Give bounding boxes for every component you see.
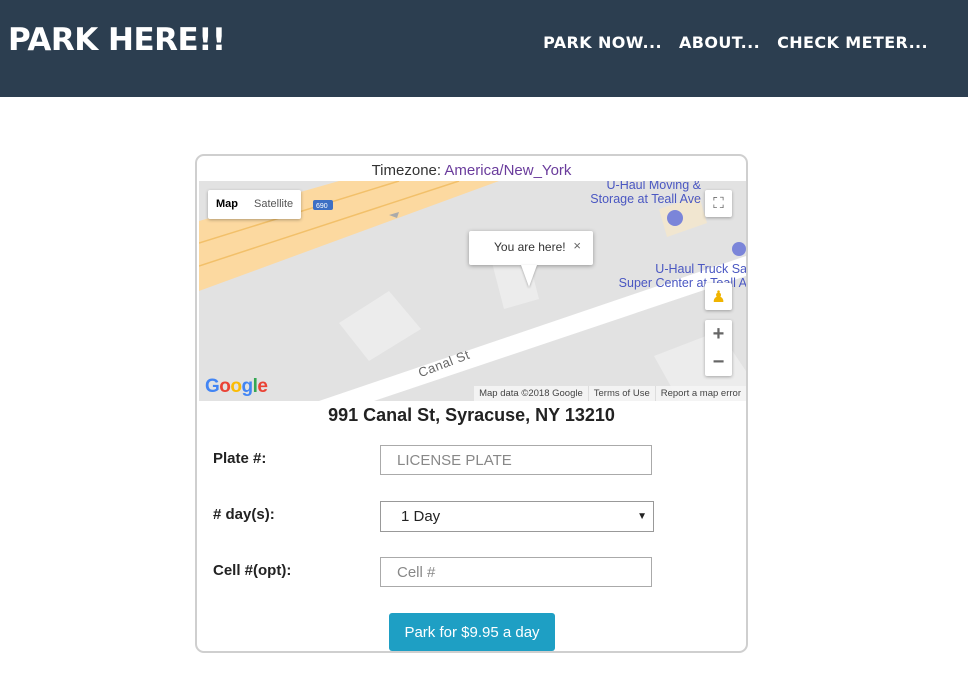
nav-menu: PARK NOW... ABOUT... CHECK METER... [543, 33, 928, 52]
dropdown-arrow-icon: ▼ [637, 511, 647, 522]
map-type-map[interactable]: Map [208, 190, 246, 219]
nav-check-meter[interactable]: CHECK METER... [777, 33, 928, 52]
map[interactable]: 690 Map Satellite U-Haul Moving & Storag… [199, 181, 746, 401]
zoom-out-button[interactable]: − [705, 348, 732, 376]
parking-card: Timezone: America/New_York 690 Map Satel… [195, 154, 748, 653]
navbar: PARK HERE!! PARK NOW... ABOUT... CHECK M… [0, 0, 968, 97]
terms-of-use-link[interactable]: Terms of Use [587, 386, 655, 401]
poi-uhaul-truck-line1: U-Haul Truck Sa [655, 262, 746, 276]
fullscreen-icon[interactable]: ⛶ [705, 190, 732, 217]
info-window-tail [521, 265, 537, 287]
timezone-label: Timezone: [371, 162, 442, 179]
timezone-line: Timezone: America/New_York [197, 162, 746, 179]
map-attribution: Map data ©2018 Google Terms of Use Repor… [474, 386, 746, 401]
poi-uhaul-storage[interactable]: U-Haul Moving & Storage at Teall Ave [573, 181, 701, 206]
days-select[interactable]: 1 Day ▼ [380, 501, 654, 532]
map-type-satellite[interactable]: Satellite [246, 190, 301, 219]
map-data-text: Map data ©2018 Google [479, 388, 583, 399]
store-poi-icon[interactable] [667, 210, 683, 226]
zoom-in-button[interactable]: + [705, 320, 732, 348]
cell-input[interactable] [380, 557, 652, 587]
report-map-error-link[interactable]: Report a map error [654, 386, 746, 401]
poi-uhaul-storage-line1: U-Haul Moving & [606, 181, 701, 192]
nav-park-now[interactable]: PARK NOW... [543, 33, 662, 52]
building-1 [339, 291, 421, 361]
nav-about[interactable]: ABOUT... [679, 33, 760, 52]
park-submit-button[interactable]: Park for $9.95 a day [389, 613, 555, 651]
highway-shield-label: 690 [316, 203, 328, 210]
close-icon[interactable]: × [573, 238, 581, 253]
days-label: # day(s): [213, 506, 275, 523]
poi-uhaul-storage-line2: Storage at Teall Ave [590, 192, 701, 206]
store-poi-icon-2[interactable] [732, 242, 746, 256]
info-window: You are here! × [469, 231, 593, 265]
zoom-control: + − [705, 320, 732, 376]
google-logo[interactable]: Google [205, 376, 268, 398]
address: 991 Canal St, Syracuse, NY 13210 [328, 405, 615, 425]
pegman-icon[interactable]: ♟ [705, 283, 732, 310]
plate-label: Plate #: [213, 450, 267, 467]
plate-input[interactable] [380, 445, 652, 475]
info-window-text: You are here! [494, 240, 566, 254]
cell-label: Cell #(opt): [213, 562, 292, 579]
timezone-value: America/New_York [444, 162, 572, 179]
map-type-control: Map Satellite [208, 190, 302, 219]
days-select-value: 1 Day [401, 508, 441, 525]
brand-logo[interactable]: PARK HERE!! [8, 22, 226, 58]
